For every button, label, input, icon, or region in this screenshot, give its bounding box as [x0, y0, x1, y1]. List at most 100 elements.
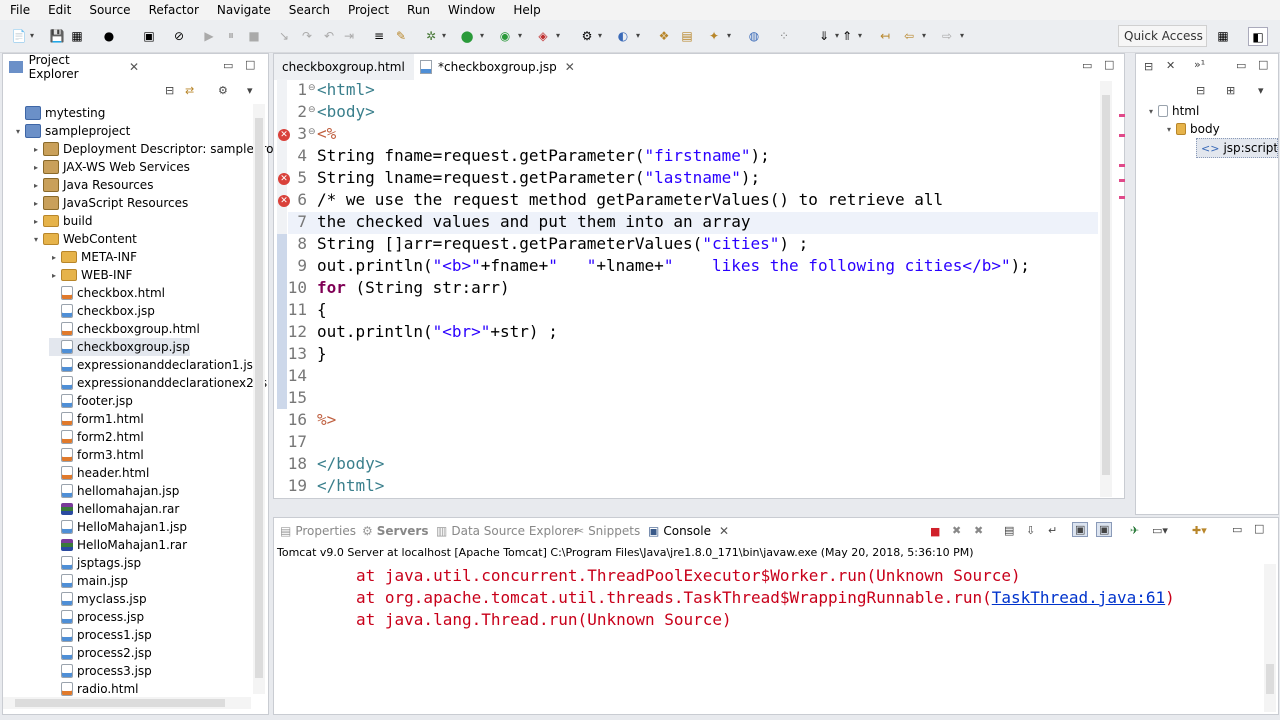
- expand-arrow-icon[interactable]: ▾: [1146, 107, 1156, 116]
- editor-scroll-thumb[interactable]: [1102, 95, 1110, 475]
- expand-arrow-icon[interactable]: ▸: [49, 271, 59, 280]
- open-console-icon[interactable]: ▣: [140, 27, 158, 44]
- save-all-icon[interactable]: ▦: [68, 27, 86, 44]
- overview-marker[interactable]: [1119, 134, 1125, 137]
- expand-arrow-icon[interactable]: ▸: [31, 145, 41, 154]
- close-icon[interactable]: ✕: [1166, 59, 1175, 72]
- show-stderr-icon[interactable]: ▣: [1096, 522, 1113, 537]
- stacktrace-link[interactable]: TaskThread.java:61: [992, 588, 1165, 607]
- tree-item[interactable]: process.jsp: [49, 608, 144, 626]
- menu-window[interactable]: Window: [438, 3, 503, 17]
- tree-horizontal-scrollbar[interactable]: [3, 697, 251, 709]
- focus-icon[interactable]: ⚙: [218, 84, 228, 97]
- tree-item[interactable]: mytesting: [13, 104, 105, 122]
- prev-annotation-icon[interactable]: ⇑: [838, 27, 856, 44]
- expand-arrow-icon[interactable]: ▾: [13, 127, 23, 136]
- clear-console-icon[interactable]: ▤: [1004, 524, 1014, 537]
- new-server-icon[interactable]: ⚙: [578, 27, 596, 44]
- search-dropdown-icon[interactable]: ▾: [727, 27, 735, 44]
- tree-item[interactable]: HelloMahajan1.rar: [49, 536, 187, 554]
- maximize-icon[interactable]: □: [1104, 58, 1114, 71]
- tab-data-source-explorer[interactable]: ▥ Data Source Explorer: [436, 518, 579, 544]
- terminal-icon[interactable]: ●: [100, 27, 118, 44]
- outline-node-jsp-scriptlet[interactable]: <> jsp:scriptle: [1196, 138, 1278, 158]
- code-line[interactable]: <%: [317, 124, 336, 143]
- editor-tab-checkboxgroup-html[interactable]: checkboxgroup.html: [274, 54, 415, 80]
- tree-item[interactable]: checkbox.jsp: [49, 302, 155, 320]
- minimize-icon[interactable]: ▭: [1236, 59, 1246, 72]
- open-perspective-icon[interactable]: ▦: [1214, 27, 1232, 44]
- external-tools-icon[interactable]: ◈: [534, 27, 552, 44]
- tree-item[interactable]: checkbox.html: [49, 284, 165, 302]
- menu-edit[interactable]: Edit: [38, 3, 79, 17]
- tree-item[interactable]: form1.html: [49, 410, 144, 428]
- tree-item[interactable]: form3.html: [49, 446, 144, 464]
- close-icon[interactable]: ✕: [129, 60, 139, 74]
- expand-arrow-icon[interactable]: ▾: [31, 235, 41, 244]
- tree-item[interactable]: checkboxgroup.html: [49, 320, 200, 338]
- run-dropdown-icon[interactable]: ▾: [480, 27, 488, 44]
- code-line[interactable]: /* we use the request method getParamete…: [317, 190, 943, 209]
- fold-toggle-icon[interactable]: ⊖: [308, 83, 316, 93]
- last-edit-icon[interactable]: ↤: [876, 27, 894, 44]
- coverage-dropdown-icon[interactable]: ▾: [518, 27, 526, 44]
- tree-item[interactable]: ▸ WEB-INF: [49, 266, 132, 284]
- editor-tab-checkboxgroup-jsp[interactable]: *checkboxgroup.jsp ✕: [414, 54, 594, 80]
- overview-marker[interactable]: [1119, 114, 1125, 117]
- expand-arrow-icon[interactable]: ▸: [49, 253, 59, 262]
- tree-item[interactable]: ▸ META-INF: [49, 248, 137, 266]
- link-editor-icon[interactable]: ⇄: [185, 84, 194, 97]
- debug-dropdown-icon[interactable]: ▾: [442, 27, 450, 44]
- outline-node-body[interactable]: ▾ body: [1164, 120, 1220, 138]
- view-menu-icon[interactable]: ▾: [247, 84, 253, 97]
- step-into-icon[interactable]: ↘: [275, 27, 293, 44]
- next-annotation-icon[interactable]: ⇓: [815, 27, 833, 44]
- code-line[interactable]: <html>: [317, 80, 375, 99]
- expand-arrow-icon[interactable]: ▸: [31, 181, 41, 190]
- tree-item[interactable]: ▾ sampleproject: [13, 122, 130, 140]
- run-icon[interactable]: ●: [458, 27, 476, 45]
- tab-servers[interactable]: ⚙ Servers: [362, 518, 429, 544]
- console-vertical-scrollbar[interactable]: [1264, 564, 1276, 712]
- view-menu-icon[interactable]: ▾: [1258, 84, 1264, 97]
- collapse-all-icon[interactable]: ⊟: [165, 84, 174, 97]
- tree-scroll-thumb[interactable]: [255, 118, 263, 678]
- code-line[interactable]: <body>: [317, 102, 375, 121]
- tree-item[interactable]: checkboxgroup.jsp: [49, 338, 190, 356]
- tree-item[interactable]: hellomahajan.rar: [49, 500, 179, 518]
- overview-marker[interactable]: [1119, 196, 1125, 199]
- forward-dropdown-icon[interactable]: ▾: [960, 27, 968, 44]
- code-line[interactable]: out.println("<b>"+fname+" "+lname+" like…: [317, 256, 1030, 275]
- resume-icon[interactable]: ▶: [200, 27, 218, 44]
- annotation-icon[interactable]: ⁘: [775, 27, 793, 44]
- tree-item[interactable]: ▸ JAX-WS Web Services: [31, 158, 190, 176]
- overview-marker[interactable]: [1119, 179, 1125, 182]
- quick-access-input[interactable]: Quick Access: [1118, 25, 1207, 47]
- display-console-icon[interactable]: ▭▾: [1152, 524, 1168, 537]
- menu-project[interactable]: Project: [338, 3, 397, 17]
- console-scroll-thumb[interactable]: [1266, 664, 1274, 694]
- fold-toggle-icon[interactable]: ⊖: [308, 127, 316, 137]
- tree-item[interactable]: ▸ Java Resources: [31, 176, 153, 194]
- step-over-icon[interactable]: ↷: [298, 27, 316, 44]
- menu-help[interactable]: Help: [503, 3, 548, 17]
- prev-annotation-dropdown-icon[interactable]: ▾: [858, 27, 866, 44]
- tree-item[interactable]: process2.jsp: [49, 644, 152, 662]
- new-class-icon[interactable]: ◐: [614, 27, 632, 44]
- tree-item[interactable]: header.html: [49, 464, 149, 482]
- minimize-icon[interactable]: ▭: [1082, 59, 1092, 72]
- expand-arrow-icon[interactable]: ▸: [31, 199, 41, 208]
- fold-toggle-icon[interactable]: ⊖: [308, 105, 316, 115]
- more-views-icon[interactable]: »¹: [1194, 58, 1205, 71]
- new-dropdown-icon[interactable]: ▾: [30, 27, 38, 44]
- code-line[interactable]: String []arr=request.getParameterValues(…: [317, 234, 808, 253]
- editor-vertical-scrollbar[interactable]: [1100, 81, 1112, 497]
- tree-item[interactable]: hellomahajan.jsp: [49, 482, 179, 500]
- code-line[interactable]: </html>: [317, 476, 384, 495]
- code-line[interactable]: String lname=request.getParameter("lastn…: [317, 168, 760, 187]
- tree-item[interactable]: process3.jsp: [49, 662, 152, 680]
- code-line[interactable]: the checked values and put them into an …: [317, 212, 750, 231]
- code-line[interactable]: }: [317, 344, 327, 363]
- overview-marker[interactable]: [1119, 164, 1125, 167]
- tree-item[interactable]: footer.jsp: [49, 392, 133, 410]
